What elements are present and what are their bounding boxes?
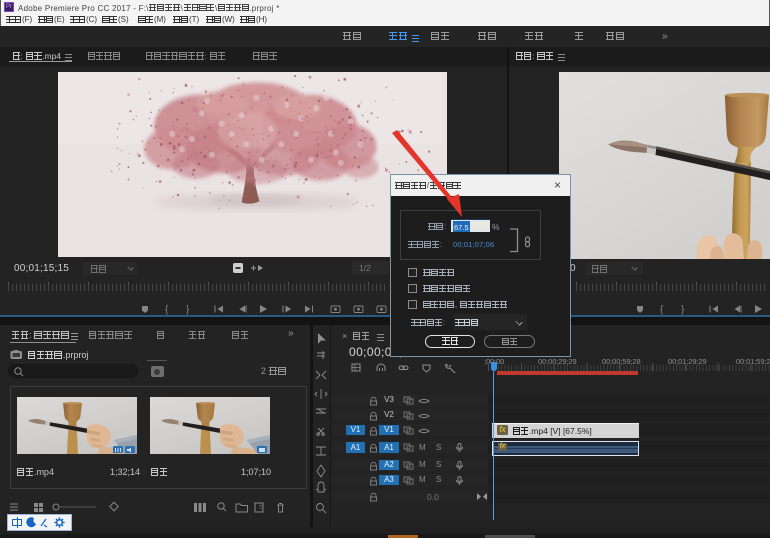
svg-text:}: } xyxy=(681,305,685,316)
svg-text:}: } xyxy=(186,305,190,316)
svg-text:{: { xyxy=(660,305,664,316)
svg-text:{: { xyxy=(165,305,169,316)
